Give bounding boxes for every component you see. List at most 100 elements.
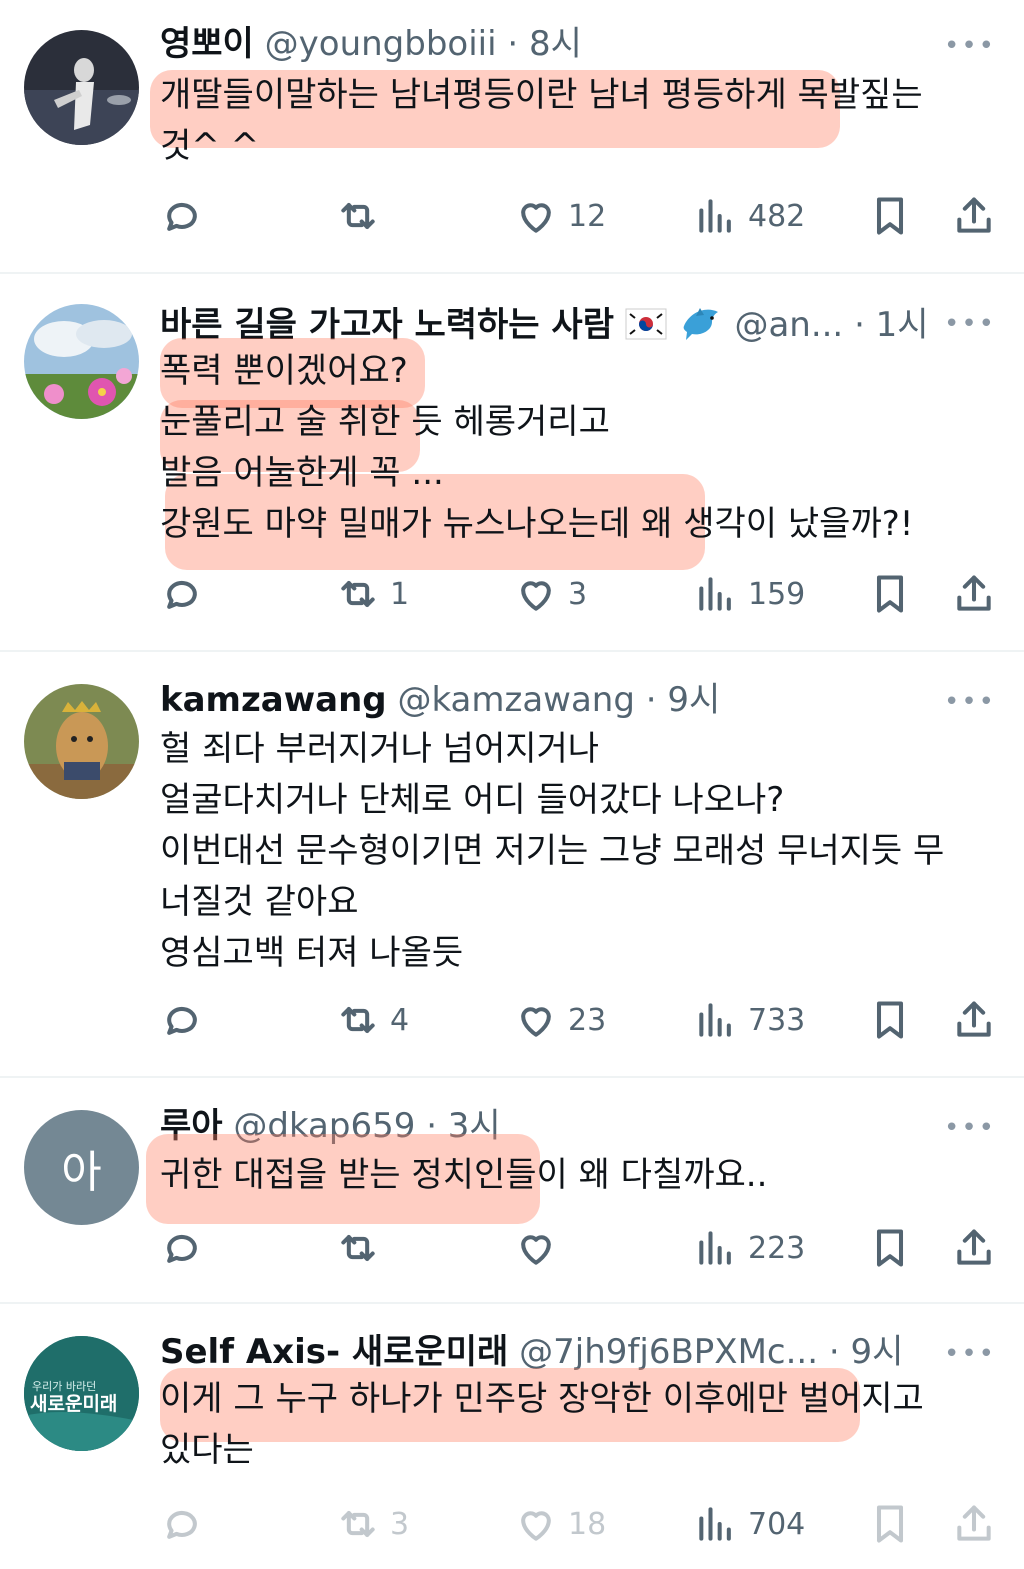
user-handle[interactable]: @7jh9fj6BPXMc... <box>519 1332 818 1372</box>
retweet-icon <box>341 202 375 230</box>
share-icon <box>957 1505 991 1541</box>
retweet-button[interactable] <box>336 186 390 246</box>
tweet[interactable]: 영뽀이 @youngbboiii · 8시 ••• 개딸들이말하는 남녀평등이란… <box>0 0 1024 272</box>
like-button[interactable]: 3 <box>514 564 587 624</box>
more-options-icon[interactable]: ••• <box>944 33 996 59</box>
display-name[interactable]: kamzawang <box>160 680 387 720</box>
text-line: 있다는 <box>160 1430 254 1470</box>
tweet[interactable]: kamzawang @kamzawang · 9시 ••• 헐 죄다 부러지거나… <box>0 652 1024 1076</box>
tweet[interactable]: 아 루아 @dkap659 · 3시 ••• 귀한 대접을 받는 정치인들이 왜… <box>0 1078 1024 1302</box>
like-icon <box>521 1235 551 1265</box>
reply-button[interactable] <box>160 1494 214 1554</box>
share-button[interactable] <box>952 990 996 1050</box>
like-icon <box>521 1007 551 1037</box>
like-button[interactable]: 18 <box>514 1494 606 1554</box>
more-options-icon[interactable]: ••• <box>944 689 996 715</box>
retweet-count: 4 <box>390 1002 410 1038</box>
bookmark-icon <box>876 1229 904 1267</box>
like-button[interactable] <box>514 1218 568 1278</box>
views-button[interactable]: 704 <box>694 1494 805 1554</box>
like-count: 18 <box>568 1506 607 1542</box>
bookmark-button[interactable] <box>868 990 912 1050</box>
avatar[interactable] <box>24 684 139 799</box>
bookmark-button[interactable] <box>868 186 912 246</box>
display-name[interactable]: 영뽀이 <box>160 24 254 64</box>
retweet-icon <box>341 580 375 608</box>
views-icon <box>699 1231 731 1265</box>
views-icon <box>699 1003 731 1037</box>
bookmark-button[interactable] <box>868 564 912 624</box>
user-handle[interactable]: @youngbboiii <box>265 24 497 64</box>
text-line: 귀한 대접을 받는 정치인들이 왜 다칠까요.. <box>160 1155 768 1195</box>
views-icon <box>699 1507 731 1541</box>
reply-icon <box>167 1234 197 1263</box>
share-icon <box>957 1001 991 1037</box>
action-bar: 1 3 159 <box>0 564 1024 624</box>
retweet-button[interactable]: 4 <box>336 990 409 1050</box>
more-options-icon[interactable]: ••• <box>944 1341 996 1367</box>
timestamp[interactable]: · 1시 <box>854 305 929 345</box>
share-button[interactable] <box>952 564 996 624</box>
avatar[interactable] <box>24 304 139 419</box>
views-count: 704 <box>748 1506 806 1542</box>
bookmark-icon <box>876 575 904 613</box>
avatar-big-text: 새로운미래 <box>30 1393 117 1415</box>
text-line: 강원도 마약 밀매가 뉴스나오는데 왜 생각이 났을까?! <box>160 504 914 544</box>
like-icon <box>521 581 551 611</box>
reply-button[interactable] <box>160 564 214 624</box>
tweet-text: 개딸들이말하는 남녀평등이란 남녀 평등하게 목발짚는 것^ ^ <box>160 70 994 172</box>
tweet-text: 헐 죄다 부러지거나 넘어지거나 얼굴다치거나 단체로 어디 들어갔다 나오나?… <box>160 724 994 979</box>
retweet-icon <box>341 1510 375 1538</box>
like-icon <box>521 203 551 233</box>
text-line: 얼굴다치거나 단체로 어디 들어갔다 나오나? <box>160 780 785 820</box>
reply-button[interactable] <box>160 186 214 246</box>
views-count: 733 <box>748 1002 806 1038</box>
like-count: 3 <box>568 576 588 612</box>
more-options-icon[interactable]: ••• <box>944 1115 996 1141</box>
bookmark-button[interactable] <box>868 1218 912 1278</box>
avatar[interactable]: 아 <box>24 1110 139 1225</box>
timestamp[interactable]: · 9시 <box>829 1332 904 1372</box>
like-icon <box>521 1511 551 1541</box>
views-count: 223 <box>748 1230 806 1266</box>
views-icon <box>699 577 731 611</box>
avatar[interactable]: 우리가 바라던 새로운미래 <box>24 1336 139 1451</box>
views-icon <box>699 199 731 233</box>
bookmark-button[interactable] <box>868 1494 912 1554</box>
text-line: 너질것 같아요 <box>160 882 359 922</box>
views-button[interactable]: 223 <box>694 1218 805 1278</box>
views-button[interactable]: 482 <box>694 186 805 246</box>
retweet-button[interactable]: 1 <box>336 564 409 624</box>
more-options-icon[interactable]: ••• <box>944 311 996 337</box>
like-button[interactable]: 23 <box>514 990 606 1050</box>
avatar[interactable] <box>24 30 139 145</box>
retweet-button[interactable] <box>336 1218 390 1278</box>
views-count: 159 <box>748 576 806 612</box>
tweet-text: 폭력 뿐이겠어요? 눈풀리고 술 취한 듯 헤롱거리고 발음 어눌한게 꼭 ..… <box>160 346 994 550</box>
share-button[interactable] <box>952 186 996 246</box>
reply-button[interactable] <box>160 990 214 1050</box>
views-button[interactable]: 159 <box>694 564 805 624</box>
share-icon <box>957 197 991 233</box>
tweet[interactable]: 바른 길을 가고자 노력하는 사람 @an... · 1시 ••• 폭력 뿐이겠… <box>0 274 1024 650</box>
retweet-button[interactable]: 3 <box>336 1494 409 1554</box>
bookmark-icon <box>876 1505 904 1543</box>
share-button[interactable] <box>952 1218 996 1278</box>
views-button[interactable]: 733 <box>694 990 805 1050</box>
display-name[interactable]: Self Axis- 새로운미래 <box>160 1332 508 1372</box>
timeline: 영뽀이 @youngbboiii · 8시 ••• 개딸들이말하는 남녀평등이란… <box>0 0 1024 1569</box>
share-icon <box>957 1229 991 1265</box>
reply-icon <box>167 1510 197 1539</box>
like-button[interactable]: 12 <box>514 186 606 246</box>
user-handle[interactable]: @an... <box>734 305 843 345</box>
reply-button[interactable] <box>160 1218 214 1278</box>
user-handle[interactable]: @kamzawang <box>397 680 635 720</box>
tweet-header: kamzawang @kamzawang · 9시 <box>160 676 964 724</box>
timestamp[interactable]: · 8시 <box>507 24 582 64</box>
timestamp[interactable]: · 9시 <box>646 680 721 720</box>
tweet[interactable]: 우리가 바라던 새로운미래 Self Axis- 새로운미래 @7jh9fj6B… <box>0 1304 1024 1569</box>
text-line: 눈풀리고 술 취한 듯 헤롱거리고 <box>160 402 610 442</box>
bookmark-icon <box>876 197 904 235</box>
share-button[interactable] <box>952 1494 996 1554</box>
reply-icon <box>167 202 197 231</box>
